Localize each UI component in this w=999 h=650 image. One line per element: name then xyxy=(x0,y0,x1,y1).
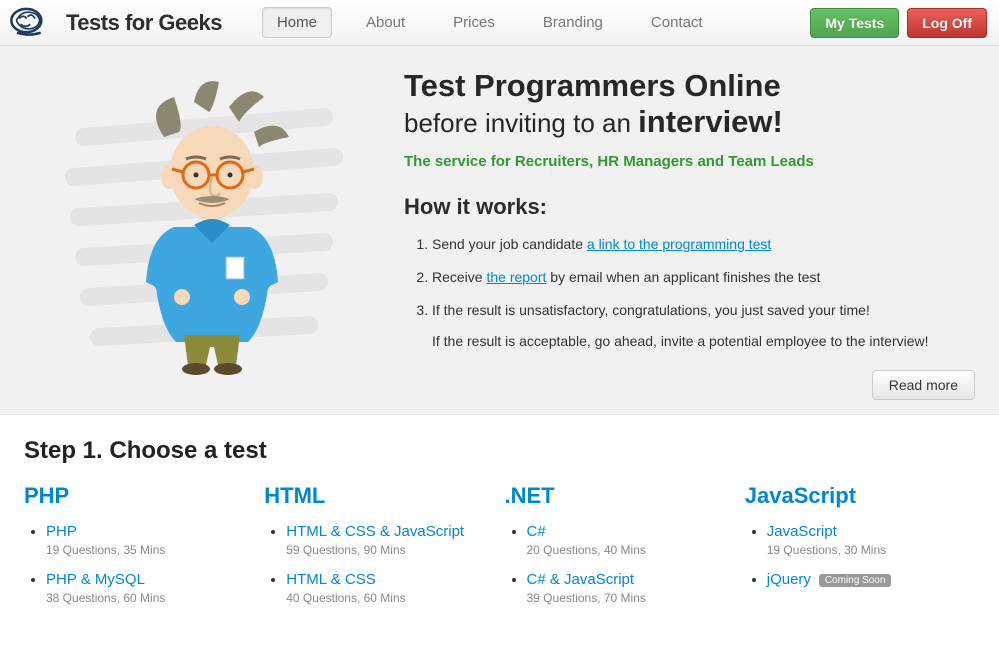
step1-section: Step 1. Choose a test PHP PHP 19 Questio… xyxy=(0,415,999,629)
test-link-html-css[interactable]: HTML & CSS xyxy=(286,571,375,588)
how-step-3: If the result is unsatisfactory, congrat… xyxy=(432,294,975,358)
list-item: HTML & CSS 40 Questions, 60 Mins xyxy=(286,571,494,605)
cat-html-heading[interactable]: HTML xyxy=(264,483,325,508)
list-item: HTML & CSS & JavaScript 59 Questions, 90… xyxy=(286,523,494,557)
read-more-button[interactable]: Read more xyxy=(872,370,975,400)
test-meta: 38 Questions, 60 Mins xyxy=(46,591,254,605)
cat-php-heading[interactable]: PHP xyxy=(24,483,69,508)
test-link-csharp[interactable]: C# xyxy=(527,523,546,540)
test-meta: 19 Questions, 35 Mins xyxy=(46,543,254,557)
list-item: jQuery Coming Soon xyxy=(767,571,975,588)
cat-js-heading[interactable]: JavaScript xyxy=(745,483,856,508)
cat-dotnet: .NET C# 20 Questions, 40 Mins C# & JavaS… xyxy=(505,483,735,619)
how-step-1: Send your job candidate a link to the pr… xyxy=(432,228,975,261)
logoff-button[interactable]: Log Off xyxy=(907,8,987,38)
nav-about[interactable]: About xyxy=(352,8,419,37)
hero-title: Test Programmers Online before inviting … xyxy=(404,68,975,139)
link-programming-test[interactable]: a link to the programming test xyxy=(587,236,771,252)
list-item: C# & JavaScript 39 Questions, 70 Mins xyxy=(527,571,735,605)
list-item: C# 20 Questions, 40 Mins xyxy=(527,523,735,557)
list-item: JavaScript 19 Questions, 30 Mins xyxy=(767,523,975,557)
cat-html: HTML HTML & CSS & JavaScript 59 Question… xyxy=(264,483,494,619)
how-step-2: Receive the report by email when an appl… xyxy=(432,261,975,294)
test-link-csharp-js[interactable]: C# & JavaScript xyxy=(527,571,635,588)
cat-dotnet-heading[interactable]: .NET xyxy=(505,483,555,508)
test-link-javascript[interactable]: JavaScript xyxy=(767,523,837,540)
nav-prices[interactable]: Prices xyxy=(439,8,509,37)
hero-title-line2b: interview! xyxy=(638,104,783,139)
link-the-report[interactable]: the report xyxy=(486,269,546,285)
test-meta: 19 Questions, 30 Mins xyxy=(767,543,975,557)
navbar: Tests for Geeks Home About Prices Brandi… xyxy=(0,0,999,46)
nav-contact[interactable]: Contact xyxy=(637,8,717,37)
list-item: PHP & MySQL 38 Questions, 60 Mins xyxy=(46,571,254,605)
coming-soon-badge: Coming Soon xyxy=(819,574,892,587)
list-item: PHP 19 Questions, 35 Mins xyxy=(46,523,254,557)
test-meta: 40 Questions, 60 Mins xyxy=(286,591,494,605)
hero-tagline: The service for Recruiters, HR Managers … xyxy=(404,153,975,170)
how-it-works-list: Send your job candidate a link to the pr… xyxy=(404,228,975,358)
nav-branding[interactable]: Branding xyxy=(529,8,617,37)
step1-heading: Step 1. Choose a test xyxy=(24,437,975,465)
nav-home[interactable]: Home xyxy=(262,7,332,38)
test-categories: PHP PHP 19 Questions, 35 Mins PHP & MySQ… xyxy=(24,483,975,619)
test-link-php[interactable]: PHP xyxy=(46,523,77,540)
hero-title-line1: Test Programmers Online xyxy=(404,68,781,103)
test-meta: 20 Questions, 40 Mins xyxy=(527,543,735,557)
test-link-php-mysql[interactable]: PHP & MySQL xyxy=(46,571,145,588)
test-link-html-css-js[interactable]: HTML & CSS & JavaScript xyxy=(286,523,464,540)
hero-illustration xyxy=(24,60,384,404)
my-tests-button[interactable]: My Tests xyxy=(810,8,899,38)
test-meta: 39 Questions, 70 Mins xyxy=(527,591,735,605)
hero-content: Test Programmers Online before inviting … xyxy=(384,60,975,404)
brand[interactable]: Tests for Geeks xyxy=(8,6,222,40)
brain-logo-icon xyxy=(8,6,58,40)
brand-text: Tests for Geeks xyxy=(66,10,222,36)
test-meta: 59 Questions, 90 Mins xyxy=(286,543,494,557)
how-it-works-heading: How it works: xyxy=(404,194,975,220)
hero: Test Programmers Online before inviting … xyxy=(0,46,999,415)
hero-title-line2a: before inviting to an xyxy=(404,108,638,138)
cat-php: PHP PHP 19 Questions, 35 Mins PHP & MySQ… xyxy=(24,483,254,619)
test-link-jquery[interactable]: jQuery xyxy=(767,571,811,588)
cat-javascript: JavaScript JavaScript 19 Questions, 30 M… xyxy=(745,483,975,619)
nav-links: Home About Prices Branding Contact xyxy=(262,7,717,38)
